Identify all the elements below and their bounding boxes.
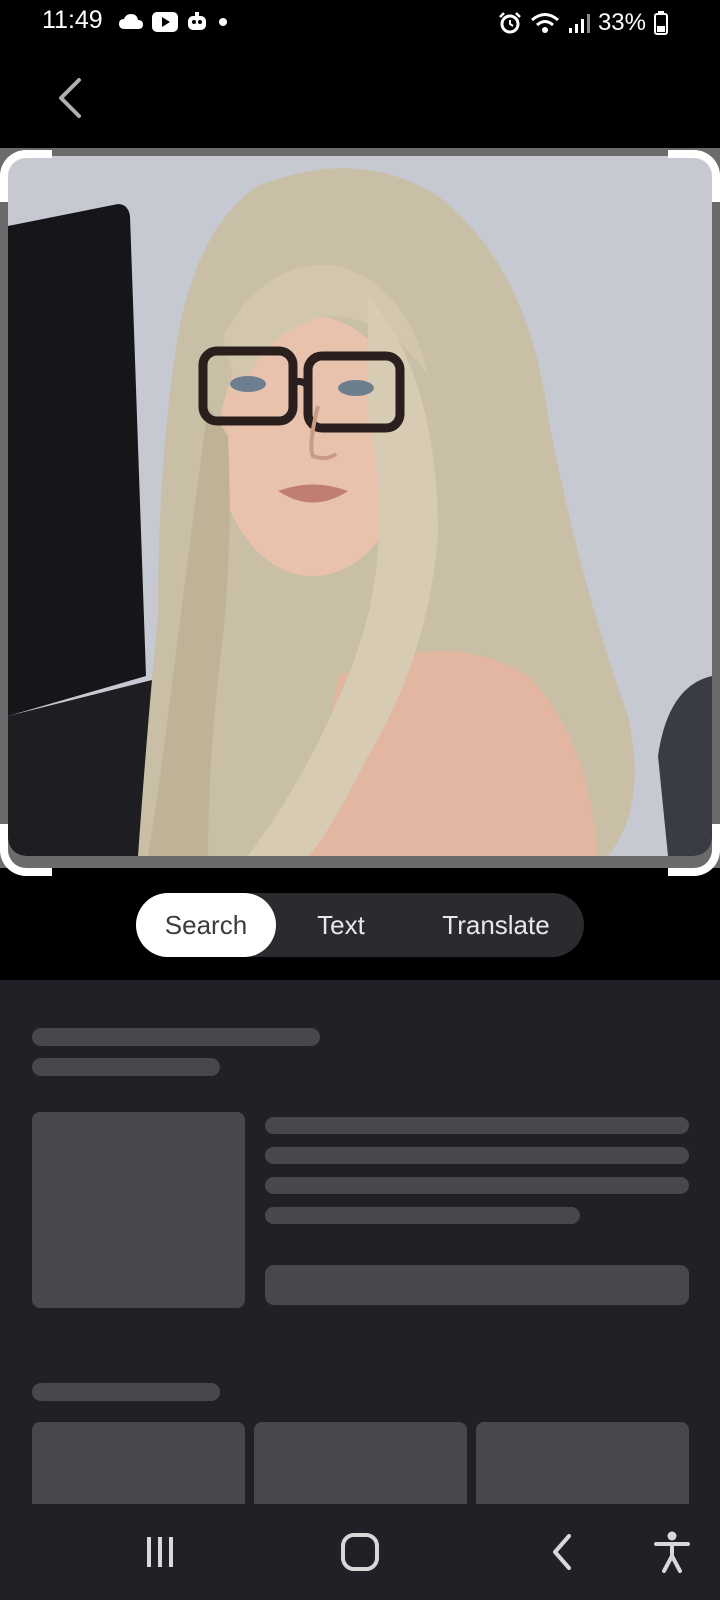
- status-bar: 11:49 33%: [0, 0, 720, 46]
- status-icons-right: 33%: [498, 9, 668, 37]
- home-button[interactable]: [320, 1522, 400, 1582]
- robot-icon: [188, 12, 206, 30]
- crop-corner-top-left[interactable]: [0, 150, 52, 202]
- battery-percent: 33%: [597, 9, 646, 36]
- tab-search[interactable]: Search: [136, 893, 276, 957]
- home-icon: [341, 1533, 379, 1571]
- tab-translate[interactable]: Translate: [414, 893, 578, 957]
- alarm-icon: [499, 12, 521, 34]
- chevron-left-icon: [59, 78, 81, 118]
- photo-illustration: [8, 156, 712, 856]
- crop-corner-bottom-right[interactable]: [668, 824, 720, 876]
- crop-corner-bottom-left[interactable]: [0, 824, 52, 876]
- results-sheet[interactable]: [0, 980, 720, 1512]
- accessibility-icon: [654, 1531, 690, 1573]
- battery-icon: [654, 11, 668, 35]
- skeleton-text-line: [265, 1177, 689, 1194]
- nav-back-button[interactable]: [522, 1522, 602, 1582]
- skeleton-card: [476, 1422, 689, 1512]
- skeleton-text-line: [265, 1207, 580, 1224]
- youtube-icon: [152, 12, 178, 32]
- dot-icon: [219, 18, 227, 26]
- crop-corner-top-right[interactable]: [668, 150, 720, 202]
- skeleton-title-line: [32, 1028, 320, 1046]
- status-time: 11:49: [42, 6, 103, 34]
- mode-tabs: Search Text Translate: [136, 893, 584, 957]
- accessibility-button[interactable]: [632, 1522, 712, 1582]
- skeleton-button: [265, 1265, 689, 1305]
- skeleton-card: [32, 1422, 245, 1512]
- image-frame: [0, 148, 720, 868]
- wifi-icon: [530, 13, 559, 33]
- recent-apps-icon: [147, 1537, 173, 1567]
- skeleton-section-line: [32, 1383, 220, 1401]
- status-icons-left: [118, 11, 230, 33]
- skeleton-card: [254, 1422, 467, 1512]
- selected-photo[interactable]: [8, 156, 712, 856]
- skeleton-thumbnail: [32, 1112, 245, 1308]
- tab-text[interactable]: Text: [286, 893, 396, 957]
- nav-bar: [0, 1504, 720, 1600]
- signal-icon: [568, 14, 590, 33]
- cloud-icon: [119, 14, 143, 29]
- back-icon: [553, 1534, 571, 1570]
- skeleton-text-line: [265, 1117, 689, 1134]
- back-button[interactable]: [48, 72, 92, 124]
- skeleton-text-line: [265, 1147, 689, 1164]
- recent-apps-button[interactable]: [120, 1522, 200, 1582]
- skeleton-subtitle-line: [32, 1058, 220, 1076]
